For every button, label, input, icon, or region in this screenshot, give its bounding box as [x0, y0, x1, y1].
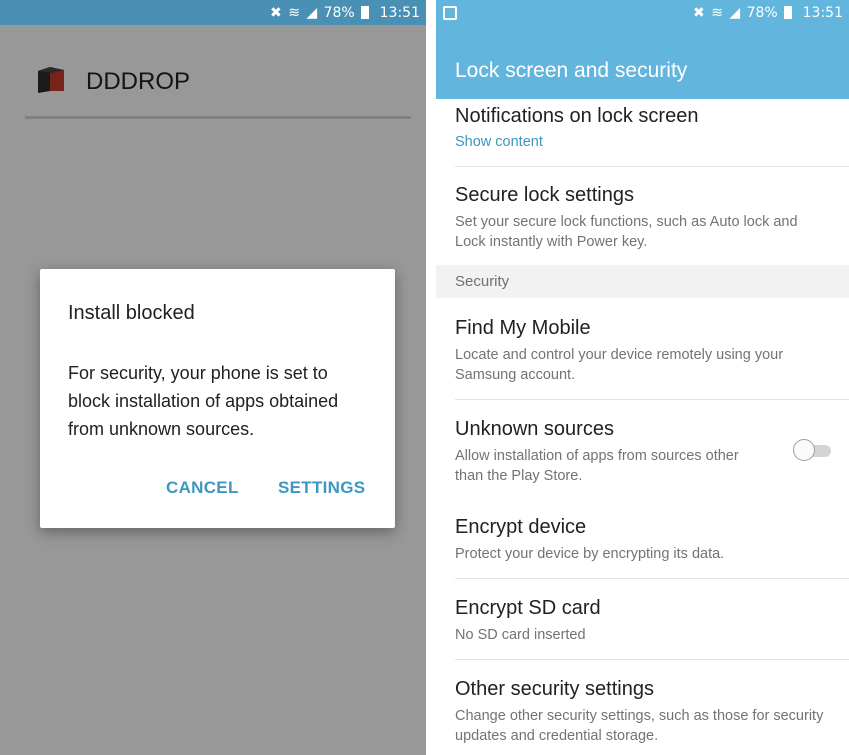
setting-title: Unknown sources [455, 418, 614, 440]
setting-subtitle: Change other security settings, such as … [455, 708, 824, 744]
setting-title: Secure lock settings [455, 184, 634, 206]
status-time: 13:51 [379, 5, 420, 21]
setting-secure-lock[interactable]: Secure lock settings Set your secure loc… [436, 167, 849, 265]
wifi-icon: ≋ [711, 5, 723, 21]
section-label: Security [455, 273, 510, 290]
mute-icon: ✖ [270, 5, 282, 21]
signal-icon: ◢ [729, 5, 741, 21]
battery-percent: 78% [323, 5, 355, 21]
battery-percent: 78% [746, 5, 778, 21]
dialog-message: For security, your phone is set to block… [68, 363, 339, 439]
setting-title: Find My Mobile [455, 317, 591, 339]
section-header-security: Security [436, 265, 849, 298]
wifi-icon: ≋ [288, 5, 300, 21]
signal-icon: ◢ [306, 5, 318, 21]
status-bar: ✖ ≋ ◢ 78% 13:51 [436, 0, 849, 25]
setting-find-my-mobile[interactable]: Find My Mobile Locate and control your d… [436, 298, 849, 399]
unknown-sources-toggle[interactable] [793, 439, 835, 461]
setting-subtitle: Protect your device by encrypting its da… [455, 546, 725, 562]
install-blocked-dialog: Install blocked For security, your phone… [40, 269, 395, 528]
toggle-thumb [793, 439, 815, 461]
setting-subtitle: Allow installation of apps from sources … [455, 448, 739, 484]
page-title: Lock screen and security [455, 59, 688, 82]
setting-notifications-on-lock-screen[interactable]: Notifications on lock screen Show conten… [436, 99, 849, 166]
setting-title: Encrypt device [455, 516, 587, 538]
setting-unknown-sources[interactable]: Unknown sources Allow installation of ap… [436, 400, 849, 498]
battery-icon [784, 6, 793, 19]
setting-title: Encrypt SD card [455, 597, 601, 619]
setting-subtitle: Show content [455, 134, 543, 150]
status-icons: ✖ ≋ ◢ 78% 13:51 [268, 5, 420, 21]
mute-icon: ✖ [693, 5, 705, 21]
setting-encrypt-sd-card[interactable]: Encrypt SD card No SD card inserted [436, 579, 849, 659]
settings-list: Notifications on lock screen Show conten… [436, 99, 849, 755]
settings-button[interactable]: SETTINGS [278, 478, 365, 498]
setting-subtitle: Locate and control your device remotely … [455, 347, 784, 383]
setting-subtitle: Set your secure lock functions, such as … [455, 214, 798, 250]
toolbar: Lock screen and security [436, 25, 849, 99]
setting-encrypt-device[interactable]: Encrypt device Protect your device by en… [436, 498, 849, 578]
setting-other-security[interactable]: Other security settings Change other sec… [436, 660, 849, 755]
status-bar: ✖ ≋ ◢ 78% 13:51 [0, 0, 426, 25]
status-time: 13:51 [802, 5, 843, 21]
lock-screen-security-screen: ✖ ≋ ◢ 78% 13:51 Lock screen and security… [436, 0, 849, 755]
screenshot-icon [443, 6, 457, 20]
setting-title: Notifications on lock screen [455, 105, 699, 127]
status-icons: ✖ ≋ ◢ 78% 13:51 [691, 5, 843, 21]
setting-title: Other security settings [455, 678, 654, 700]
battery-icon [361, 6, 370, 19]
setting-subtitle: No SD card inserted [455, 627, 586, 643]
install-blocked-screen: ✖ ≋ ◢ 78% 13:51 DDDROP Install blocked F… [0, 0, 426, 755]
cancel-button[interactable]: CANCEL [166, 478, 239, 498]
dialog-title: Install blocked [68, 302, 195, 324]
